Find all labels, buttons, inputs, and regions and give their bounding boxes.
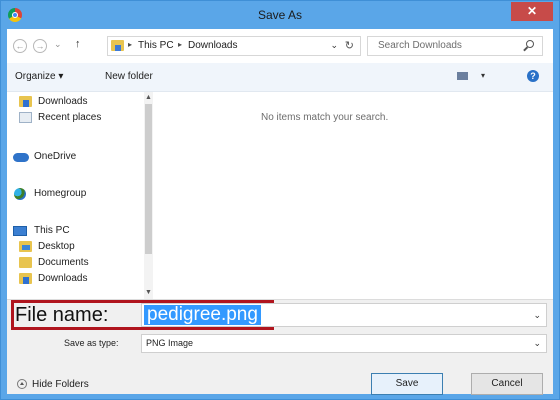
- hide-folders-label: Hide Folders: [32, 379, 89, 390]
- chevron-down-icon[interactable]: ⌄: [330, 40, 338, 51]
- sidebar-item-label: Downloads: [38, 273, 88, 284]
- chevron-up-icon: [17, 379, 27, 390]
- back-icon[interactable]: ←: [13, 39, 27, 53]
- title-bar[interactable]: Save As ✕: [1, 1, 559, 29]
- downloads-folder-icon: [19, 273, 32, 284]
- save-as-type-label: Save as type:: [64, 338, 119, 348]
- help-icon[interactable]: ?: [527, 70, 539, 82]
- scroll-up-icon[interactable]: ▲: [144, 92, 153, 104]
- this-pc-icon: [13, 226, 27, 236]
- view-options-dropdown[interactable]: ▾: [481, 71, 485, 80]
- save-as-dialog: Save As ✕ ← → ⌄ ↑ ▸ This PC ▸ Downloads …: [0, 0, 560, 400]
- hide-folders-button[interactable]: Hide Folders: [17, 379, 89, 390]
- address-bar-row: ← → ⌄ ↑ ▸ This PC ▸ Downloads ⌄ ↻ Search…: [7, 29, 553, 63]
- breadcrumb-separator-icon: ▸: [128, 40, 133, 49]
- navigation-pane: Downloads Recent places OneDrive Homegro…: [7, 92, 151, 299]
- search-placeholder: Search Downloads: [378, 40, 462, 51]
- breadcrumb-separator-icon: ▸: [178, 40, 183, 49]
- save-as-type-select[interactable]: PNG Image ⌄: [141, 334, 547, 353]
- recent-places-icon: [19, 112, 32, 123]
- window-title: Save As: [257, 8, 303, 22]
- chevron-down-icon[interactable]: ⌄: [533, 310, 541, 321]
- file-name-value[interactable]: pedigree.png: [144, 305, 261, 325]
- documents-folder-icon: [19, 257, 32, 268]
- file-name-label: File name:: [15, 304, 109, 326]
- forward-icon[interactable]: →: [33, 39, 47, 53]
- sidebar-item-label: Homegroup: [34, 188, 87, 199]
- cancel-button[interactable]: Cancel: [471, 373, 543, 395]
- sidebar-item-label: Desktop: [38, 241, 75, 252]
- new-folder-button[interactable]: New folder: [105, 71, 153, 82]
- sidebar-item-label: Downloads: [38, 96, 88, 107]
- save-as-type-value: PNG Image: [146, 338, 194, 348]
- sidebar-item-label: This PC: [34, 225, 70, 236]
- empty-folder-message: No items match your search.: [261, 112, 389, 123]
- sidebar-item-label: Recent places: [38, 112, 102, 123]
- command-bar: Organize ▾ New folder ▾ ?: [7, 63, 553, 92]
- downloads-folder-icon: [111, 40, 124, 51]
- scroll-thumb[interactable]: [145, 104, 152, 254]
- recent-locations-icon[interactable]: ⌄: [54, 39, 62, 50]
- file-details-panel: File name: pedigree.png ⌄ Save as type: …: [7, 299, 553, 395]
- up-arrow-icon[interactable]: ↑: [75, 38, 81, 50]
- navigation-scrollbar[interactable]: ▲ ▼: [144, 92, 153, 299]
- save-button[interactable]: Save: [371, 373, 443, 395]
- refresh-icon[interactable]: ↻: [345, 39, 354, 52]
- homegroup-icon: [14, 188, 26, 200]
- search-input[interactable]: Search Downloads: [367, 36, 543, 56]
- breadcrumb-downloads[interactable]: Downloads: [188, 40, 237, 51]
- chevron-down-icon[interactable]: ⌄: [533, 338, 541, 349]
- address-bar[interactable]: ▸ This PC ▸ Downloads ⌄ ↻: [107, 36, 361, 56]
- sidebar-item-label: Documents: [38, 257, 89, 268]
- sidebar-item-label: OneDrive: [34, 151, 77, 162]
- organize-menu[interactable]: Organize ▾: [15, 71, 63, 82]
- desktop-folder-icon: [19, 241, 32, 252]
- close-button[interactable]: ✕: [511, 2, 553, 21]
- change-view-icon[interactable]: [457, 71, 473, 82]
- breadcrumb-this-pc[interactable]: This PC: [138, 40, 174, 51]
- onedrive-icon: [13, 153, 29, 162]
- search-icon[interactable]: [526, 40, 534, 48]
- dialog-body: ← → ⌄ ↑ ▸ This PC ▸ Downloads ⌄ ↻ Search…: [7, 29, 553, 395]
- file-name-field[interactable]: pedigree.png ⌄: [141, 303, 547, 327]
- scroll-down-icon[interactable]: ▼: [144, 287, 153, 299]
- downloads-folder-icon: [19, 96, 32, 107]
